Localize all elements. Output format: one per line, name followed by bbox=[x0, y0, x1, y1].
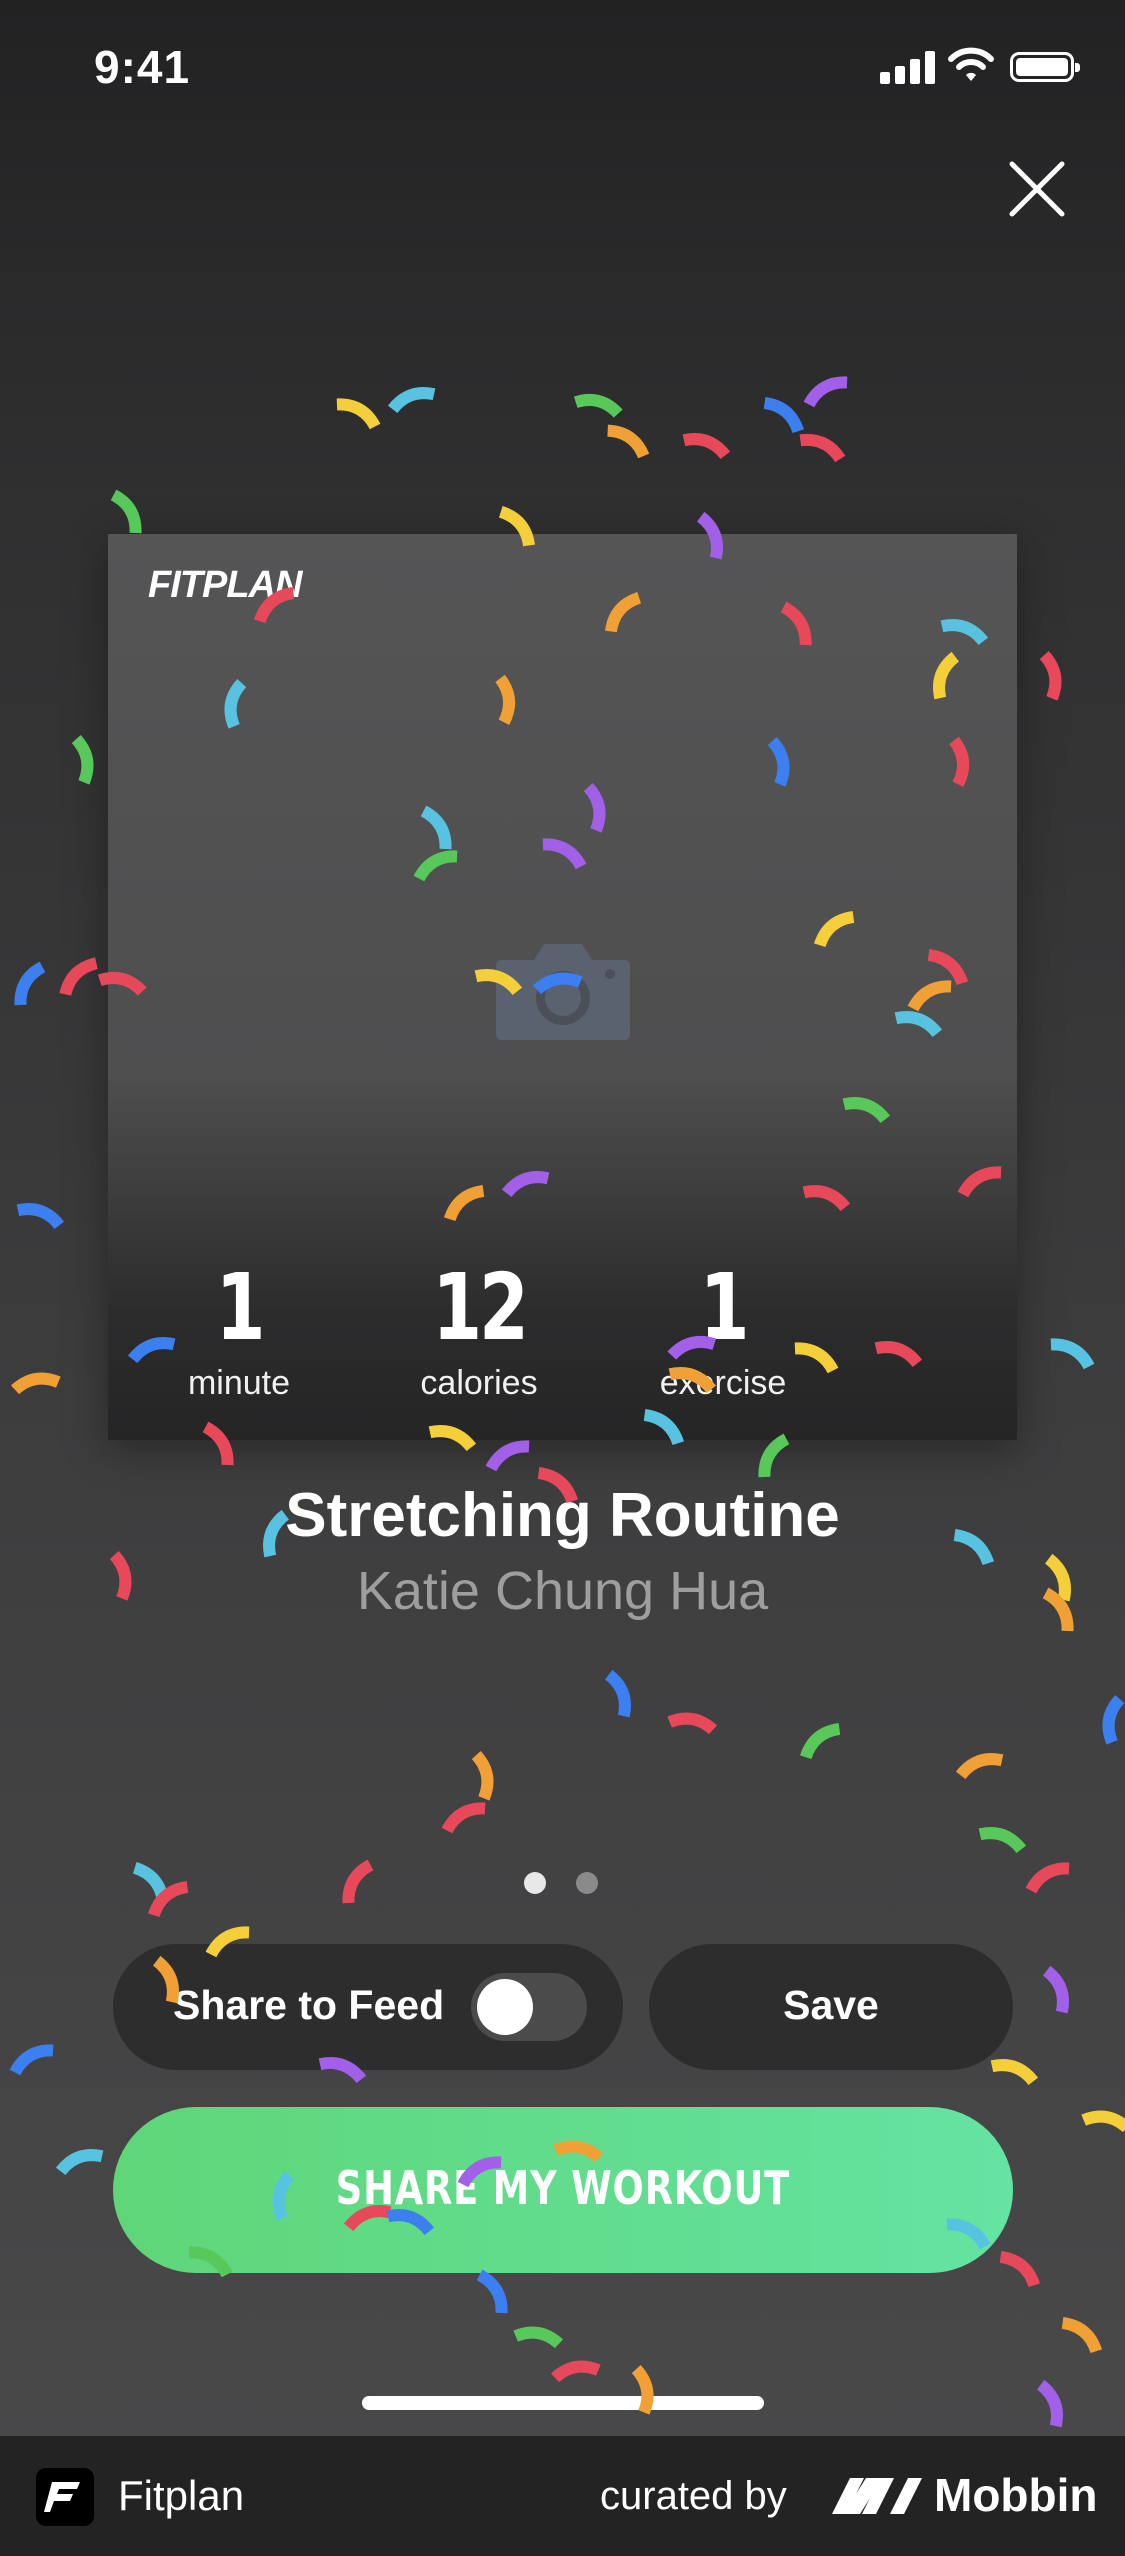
share-workout-label: SHARE MY WORKOUT bbox=[335, 2161, 791, 2215]
stat-duration-label: minute bbox=[187, 1364, 291, 1402]
confetti-piece bbox=[799, 1722, 841, 1760]
status-time: 9:41 bbox=[94, 41, 191, 93]
confetti-piece bbox=[758, 1433, 790, 1478]
confetti-piece bbox=[59, 957, 98, 996]
confetti-piece bbox=[607, 424, 650, 459]
confetti-piece bbox=[10, 1372, 61, 1395]
confetti-piece bbox=[14, 961, 46, 1006]
page-dot-2[interactable] bbox=[576, 1872, 598, 1894]
footer-curated-by: curated by bbox=[600, 2474, 787, 2518]
confetti-piece bbox=[71, 734, 94, 785]
fitplan-logo: FITPLAN bbox=[148, 564, 302, 606]
cellular-signal-icon bbox=[880, 50, 936, 84]
page-indicator[interactable] bbox=[524, 1872, 628, 1899]
stat-duration-value: 1 bbox=[215, 1254, 266, 1361]
confetti-piece bbox=[476, 2269, 508, 2314]
footer-app-name: Fitplan bbox=[118, 2472, 245, 2519]
confetti-piece bbox=[682, 433, 731, 460]
fitplan-app-icon bbox=[36, 2468, 94, 2526]
page-dot-1[interactable] bbox=[524, 1872, 546, 1894]
confetti-piece bbox=[573, 393, 623, 418]
battery-icon bbox=[1010, 52, 1080, 82]
confetti-piece bbox=[1081, 2110, 1125, 2133]
confetti-piece bbox=[763, 396, 805, 434]
stat-exercises-label: exercise bbox=[659, 1364, 787, 1402]
confetti-piece bbox=[441, 1802, 486, 1834]
confetti-piece bbox=[667, 1712, 718, 1735]
close-icon[interactable] bbox=[1006, 158, 1068, 220]
confetti-piece bbox=[1036, 2379, 1063, 2428]
footer-brand: Mobbin bbox=[934, 2469, 1098, 2521]
status-bar: 9:41 bbox=[0, 0, 1125, 140]
confetti-piece bbox=[803, 376, 848, 408]
home-indicator[interactable] bbox=[362, 2396, 764, 2410]
confetti-piece bbox=[978, 1827, 1027, 1854]
confetti-piece bbox=[999, 2250, 1041, 2288]
confetti-piece bbox=[1061, 2316, 1103, 2354]
mobbin-logo-icon bbox=[832, 2478, 922, 2514]
confetti-piece bbox=[513, 2326, 564, 2349]
confetti-piece bbox=[336, 398, 381, 430]
share-to-feed-label: Share to Feed bbox=[173, 1982, 445, 2028]
mobbin-footer: Fitplan curated by Mobbin bbox=[0, 2436, 1125, 2556]
stat-calories-label: calories bbox=[420, 1364, 538, 1402]
toggle-knob bbox=[477, 1979, 533, 2035]
confetti-piece bbox=[799, 433, 846, 463]
confetti-piece bbox=[1039, 650, 1062, 701]
wifi-icon bbox=[948, 47, 994, 81]
save-button[interactable]: Save bbox=[649, 1944, 1013, 2070]
confetti-piece bbox=[110, 489, 142, 534]
trainer-name: Katie Chung Hua bbox=[356, 1561, 769, 1621]
camera-icon[interactable] bbox=[494, 938, 632, 1042]
confetti-piece bbox=[16, 1203, 65, 1230]
stat-exercises: 1 exercise bbox=[613, 1262, 833, 1403]
confetti-piece bbox=[1042, 1965, 1069, 2014]
stat-exercises-value: 1 bbox=[699, 1254, 750, 1361]
stat-duration: 1 minute bbox=[129, 1262, 349, 1403]
stat-calories-value: 12 bbox=[432, 1254, 529, 1361]
confetti-piece bbox=[550, 2360, 601, 2383]
confetti-piece bbox=[990, 2059, 1039, 2086]
confetti-piece bbox=[55, 2149, 104, 2176]
workout-title: Stretching Routine bbox=[285, 1481, 840, 1550]
stat-calories: 12 calories bbox=[369, 1262, 589, 1403]
workout-share-card: FITPLAN 1 minute 12 calories 1 exercise bbox=[108, 534, 1017, 1440]
confetti-piece bbox=[471, 1750, 494, 1801]
confetti-piece bbox=[147, 1880, 189, 1918]
confetti-piece bbox=[9, 2044, 54, 2076]
confetti-piece bbox=[955, 1753, 1004, 1780]
confetti-piece bbox=[485, 1440, 530, 1472]
confetti-piece bbox=[342, 1859, 374, 1904]
confetti-piece bbox=[1050, 1338, 1095, 1370]
confetti-piece bbox=[132, 1861, 170, 1903]
share-to-feed-control[interactable]: Share to Feed bbox=[113, 1944, 623, 2070]
save-button-label: Save bbox=[783, 1982, 879, 2028]
confetti-piece bbox=[1102, 1694, 1125, 1745]
confetti-piece bbox=[1025, 1862, 1070, 1894]
confetti-piece bbox=[387, 387, 436, 414]
share-workout-button[interactable]: SHARE MY WORKOUT bbox=[113, 2107, 1013, 2273]
confetti-piece bbox=[604, 1669, 631, 1718]
share-to-feed-toggle[interactable] bbox=[471, 1973, 587, 2041]
